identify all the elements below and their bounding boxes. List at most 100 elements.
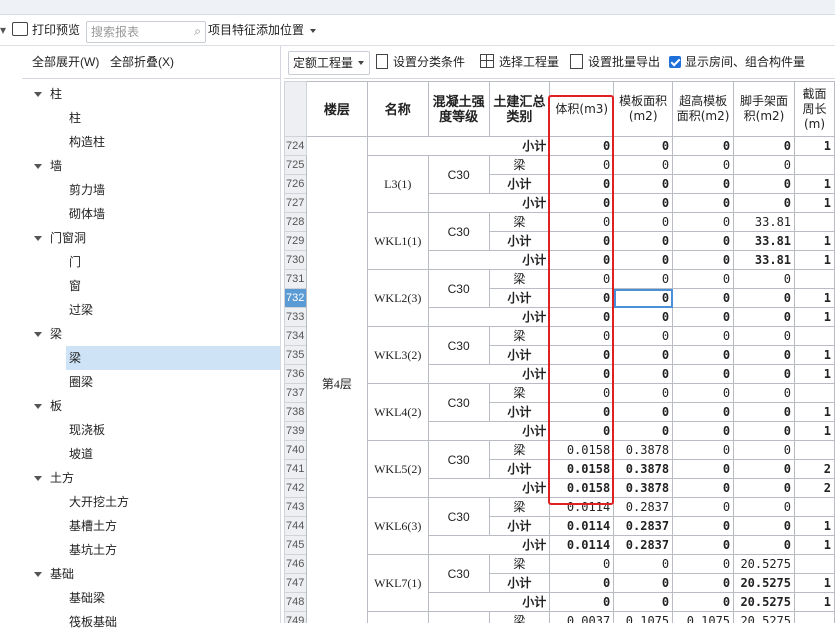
value-cell[interactable]: 0 <box>672 592 735 612</box>
value-cell[interactable]: 0 <box>672 497 735 517</box>
value-cell[interactable] <box>794 611 835 623</box>
value-cell[interactable]: 0 <box>549 554 615 574</box>
value-cell[interactable]: 2 <box>794 478 835 498</box>
print-preview-button[interactable]: 打印预览 <box>12 15 80 45</box>
value-cell[interactable]: 1 <box>794 421 835 441</box>
value-cell[interactable]: 33.81 <box>733 250 796 270</box>
value-cell[interactable]: 0 <box>733 383 796 403</box>
value-cell[interactable]: 0 <box>613 269 674 289</box>
value-cell[interactable]: 0.0114 <box>549 535 615 555</box>
value-cell[interactable]: 1 <box>794 136 835 156</box>
value-cell[interactable]: 20.5275 <box>733 611 796 623</box>
value-cell[interactable]: 0 <box>549 174 615 194</box>
value-cell[interactable]: 0 <box>672 516 735 536</box>
report-search-input[interactable]: 搜索报表 ⌕ <box>86 21 206 43</box>
value-cell[interactable]: 0.0114 <box>549 497 615 517</box>
value-cell[interactable]: 0 <box>613 554 674 574</box>
value-cell[interactable]: 1 <box>794 535 835 555</box>
value-cell[interactable]: 0 <box>549 402 615 422</box>
tree-item-5-2[interactable]: 基坑土方 <box>66 538 117 562</box>
tree-item-0-1[interactable]: 构造柱 <box>66 130 105 154</box>
value-cell[interactable]: 0 <box>672 212 735 232</box>
value-cell[interactable]: 0 <box>672 288 735 308</box>
set-category-button[interactable]: 设置分类条件 <box>376 46 465 78</box>
value-cell[interactable]: 0 <box>672 421 735 441</box>
value-cell[interactable]: 0.1075 <box>613 611 674 623</box>
row-number[interactable]: 735 <box>284 345 307 365</box>
value-cell[interactable]: 0 <box>613 250 674 270</box>
row-number[interactable]: 736 <box>284 364 307 384</box>
expand-triangle-icon[interactable] <box>34 92 42 98</box>
tree-item-1-1[interactable]: 砌体墙 <box>66 202 105 226</box>
row-number[interactable]: 730 <box>284 250 307 270</box>
category-cell[interactable]: 梁 <box>488 611 551 623</box>
tree-item-0-0[interactable]: 柱 <box>66 106 81 130</box>
value-cell[interactable]: 0 <box>672 402 735 422</box>
value-cell[interactable]: 0 <box>549 136 615 156</box>
concrete-grade[interactable]: C30 <box>427 155 490 194</box>
value-cell[interactable]: 0 <box>549 326 615 346</box>
row-number[interactable]: 728 <box>284 212 307 232</box>
row-number[interactable]: 733 <box>284 307 307 327</box>
chevron-down-icon[interactable]: ▾ <box>0 15 6 45</box>
category-cell[interactable]: 梁 <box>488 383 551 403</box>
project-feature-position-dropdown[interactable]: 项目特征添加位置 <box>208 15 317 45</box>
tree-item-2-0[interactable]: 门 <box>66 250 81 274</box>
value-cell[interactable]: 0 <box>549 573 615 593</box>
component-name[interactable] <box>366 611 429 623</box>
value-cell[interactable]: 0 <box>733 497 796 517</box>
value-cell[interactable]: 0 <box>613 592 674 612</box>
row-number[interactable]: 729 <box>284 231 307 251</box>
column-header-6[interactable]: 超高模板面积(m2) <box>672 81 735 137</box>
tree-item-5-1[interactable]: 基槽土方 <box>66 514 117 538</box>
value-cell[interactable]: 0 <box>733 421 796 441</box>
value-cell[interactable] <box>794 212 835 232</box>
value-cell[interactable]: 0 <box>549 383 615 403</box>
value-cell[interactable]: 0 <box>613 307 674 327</box>
value-cell[interactable]: 0 <box>613 155 674 175</box>
column-header-3[interactable]: 土建汇总类别 <box>488 81 551 137</box>
value-cell[interactable]: 0.1075 <box>672 611 735 623</box>
value-cell[interactable] <box>794 326 835 346</box>
value-cell[interactable]: 0 <box>733 288 796 308</box>
value-cell[interactable]: 0 <box>733 364 796 384</box>
value-cell[interactable]: 0 <box>613 193 674 213</box>
value-cell[interactable]: 20.5275 <box>733 554 796 574</box>
concrete-grade[interactable] <box>427 611 490 623</box>
value-cell[interactable]: 0 <box>672 440 735 460</box>
category-cell[interactable]: 梁 <box>488 554 551 574</box>
value-cell[interactable]: 0 <box>613 402 674 422</box>
value-cell[interactable]: 0 <box>613 326 674 346</box>
value-cell[interactable]: 0 <box>613 136 674 156</box>
row-number[interactable]: 724 <box>284 136 307 156</box>
search-icon[interactable]: ⌕ <box>194 24 201 39</box>
category-cell[interactable]: 梁 <box>488 326 551 346</box>
category-cell[interactable]: 梁 <box>488 497 551 517</box>
row-number[interactable]: 743 <box>284 497 307 517</box>
value-cell[interactable] <box>794 269 835 289</box>
category-cell[interactable]: 梁 <box>488 440 551 460</box>
value-cell[interactable] <box>794 155 835 175</box>
value-cell[interactable]: 0 <box>672 535 735 555</box>
value-cell[interactable]: 0 <box>733 535 796 555</box>
value-cell[interactable]: 1 <box>794 345 835 365</box>
value-cell[interactable]: 0 <box>733 193 796 213</box>
value-cell[interactable]: 0 <box>672 554 735 574</box>
value-cell[interactable]: 2 <box>794 459 835 479</box>
value-cell[interactable]: 0 <box>549 421 615 441</box>
concrete-grade[interactable]: C30 <box>427 383 490 422</box>
quota-select[interactable]: 定额工程量 <box>288 51 370 75</box>
value-cell[interactable]: 0 <box>733 516 796 536</box>
value-cell[interactable]: 1 <box>794 402 835 422</box>
row-number[interactable]: 744 <box>284 516 307 536</box>
value-cell[interactable]: 33.81 <box>733 212 796 232</box>
value-cell[interactable]: 0 <box>733 459 796 479</box>
value-cell[interactable]: 0 <box>733 269 796 289</box>
value-cell[interactable]: 0 <box>672 307 735 327</box>
value-cell[interactable]: 0 <box>672 136 735 156</box>
concrete-grade[interactable]: C30 <box>427 269 490 308</box>
show-rooms-checkbox[interactable]: 显示房间、组合构件量 <box>669 46 805 78</box>
value-cell[interactable]: 0 <box>733 174 796 194</box>
value-cell[interactable] <box>794 440 835 460</box>
value-cell[interactable]: 0.3878 <box>613 478 674 498</box>
